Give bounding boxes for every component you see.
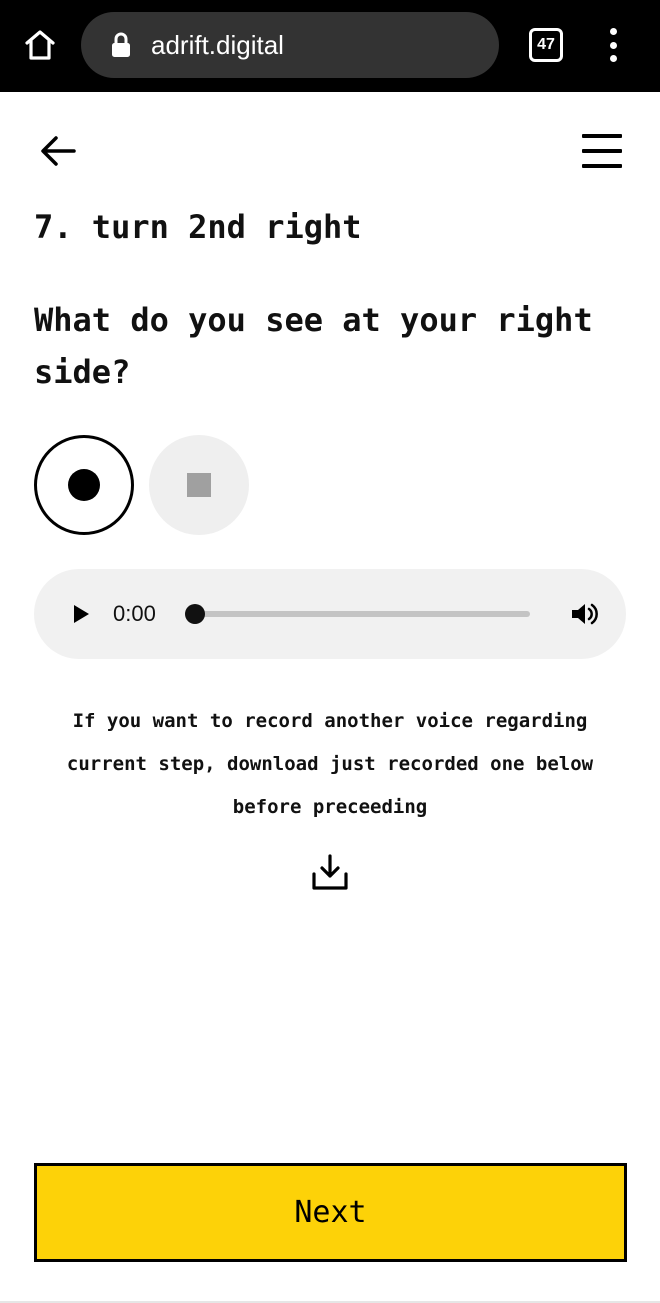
hamburger-menu-button[interactable] xyxy=(582,134,622,168)
menu-line xyxy=(582,134,622,138)
volume-button[interactable] xyxy=(570,600,600,628)
play-icon xyxy=(74,605,89,623)
address-bar[interactable]: adrift.digital xyxy=(81,12,499,78)
info-message: If you want to record another voice rega… xyxy=(66,710,594,818)
play-button[interactable] xyxy=(70,602,92,626)
stop-icon xyxy=(187,473,211,497)
volume-icon xyxy=(572,603,598,625)
next-button[interactable]: Next xyxy=(34,1163,627,1262)
current-time: 0:00 xyxy=(113,601,156,626)
dot-icon xyxy=(609,41,617,49)
menu-line xyxy=(582,164,622,168)
step-title: 7. turn 2nd right xyxy=(34,208,362,246)
stop-button[interactable] xyxy=(149,435,249,535)
url-text: adrift.digital xyxy=(151,29,284,60)
browser-toolbar: adrift.digital 47 xyxy=(0,0,660,92)
download-icon xyxy=(312,854,348,890)
progress-knob[interactable] xyxy=(185,604,205,624)
record-button[interactable] xyxy=(34,435,134,535)
download-button[interactable] xyxy=(311,852,349,892)
audio-player: 0:00 xyxy=(34,569,626,659)
tab-switcher-button[interactable]: 47 xyxy=(529,28,563,62)
record-icon xyxy=(68,469,100,501)
home-button[interactable] xyxy=(20,25,60,65)
arrow-left-icon xyxy=(41,136,76,166)
browser-menu-button[interactable] xyxy=(596,28,630,62)
question-text: What do you see at your right side? xyxy=(34,301,593,391)
home-icon xyxy=(25,30,55,60)
menu-line xyxy=(582,149,622,153)
dot-icon xyxy=(609,55,617,62)
dot-icon xyxy=(609,28,617,35)
progress-track[interactable] xyxy=(195,611,530,617)
back-button[interactable] xyxy=(36,130,82,172)
lock-icon xyxy=(111,32,131,58)
